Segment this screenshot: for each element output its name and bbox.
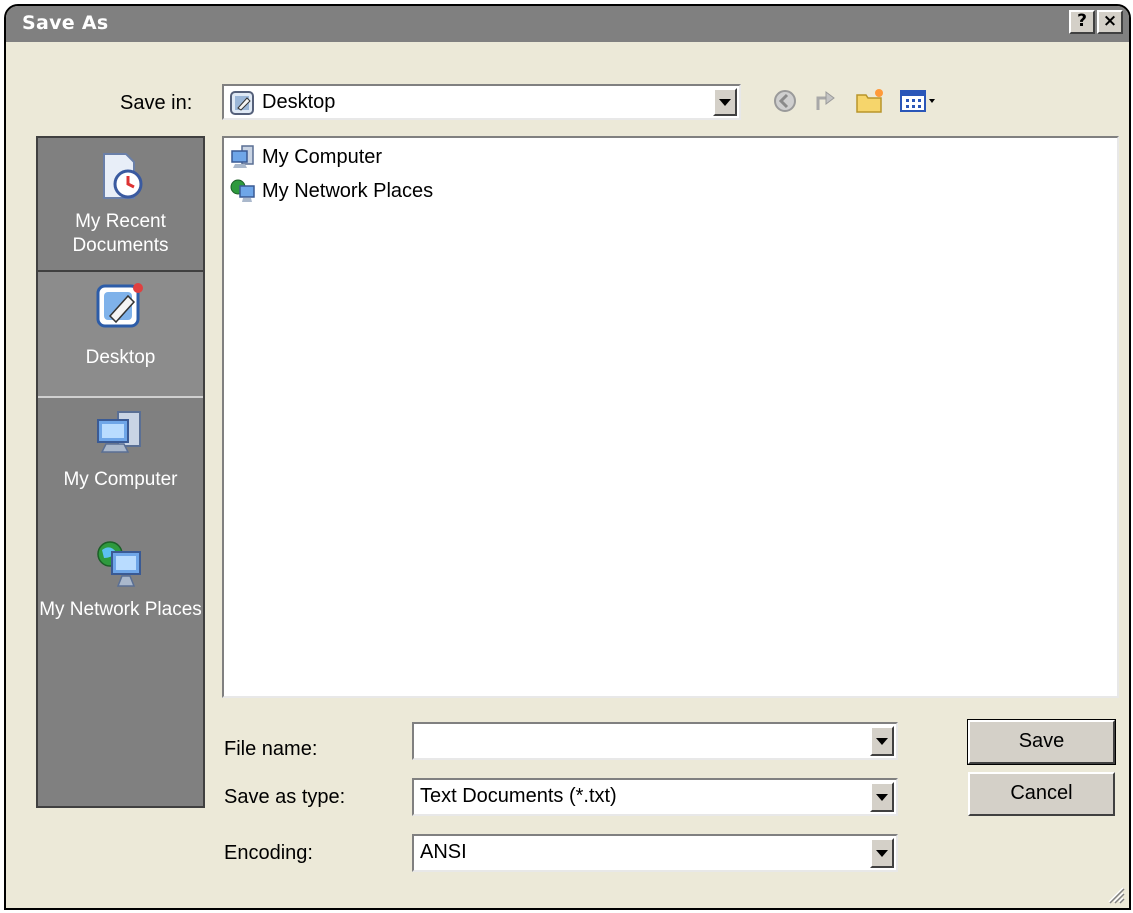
resize-grip-icon[interactable] (1103, 882, 1125, 904)
computer-icon (97, 411, 141, 453)
places-bar: My Recent Documents Desktop My Computer (36, 136, 205, 808)
window-title: Save As (22, 12, 109, 34)
place-my-computer[interactable]: My Computer (38, 400, 203, 528)
file-name-label: File name: (224, 738, 318, 760)
place-my-network-places[interactable]: My Network Places (38, 530, 203, 670)
back-icon[interactable] (770, 86, 800, 116)
save-in-label: Save in: (120, 92, 193, 114)
place-label: My Recent Documents (72, 211, 169, 256)
encoding-dropdown[interactable]: ANSI (412, 834, 898, 872)
network-places-icon (230, 179, 255, 202)
place-label: Desktop (85, 347, 156, 368)
file-name-field[interactable] (412, 722, 898, 760)
save-as-type-label: Save as type: (224, 786, 346, 808)
network-places-icon (97, 541, 141, 587)
close-button[interactable]: × (1097, 10, 1123, 34)
cancel-button[interactable]: Cancel (968, 772, 1115, 816)
desktop-icon (96, 283, 143, 328)
place-label: My Computer (63, 469, 178, 490)
file-list[interactable]: My Computer My Network Places (222, 136, 1119, 698)
save-as-type-dropdown-arrow[interactable] (870, 782, 894, 812)
file-name-dropdown-arrow[interactable] (870, 726, 894, 756)
place-my-recent-documents[interactable]: My Recent Documents (38, 142, 203, 270)
desktop-icon (230, 91, 254, 115)
list-item-name: My Computer (262, 146, 383, 168)
place-label: My Network Places (39, 599, 202, 620)
save-button[interactable]: Save (967, 719, 1116, 765)
create-new-folder-icon[interactable] (854, 86, 886, 116)
encoding-value: ANSI (420, 841, 467, 863)
save-in-value: Desktop (262, 91, 336, 113)
save-as-type-dropdown[interactable]: Text Documents (*.txt) (412, 778, 898, 816)
recent-documents-icon (103, 153, 143, 199)
save-as-dialog: Save As ? × Save in: Desktop My Recent D… (4, 4, 1131, 910)
computer-icon (231, 145, 254, 168)
encoding-dropdown-arrow[interactable] (870, 838, 894, 868)
up-one-level-icon[interactable] (812, 86, 842, 116)
save-in-dropdown-arrow[interactable] (713, 88, 737, 116)
view-menu-icon[interactable] (898, 86, 942, 116)
list-item-name: My Network Places (262, 180, 434, 202)
save-as-type-value: Text Documents (*.txt) (420, 785, 617, 807)
help-button[interactable]: ? (1069, 10, 1095, 34)
place-desktop[interactable]: Desktop (38, 270, 203, 398)
title-bar[interactable]: Save As ? × (6, 6, 1129, 42)
encoding-label: Encoding: (224, 842, 313, 864)
save-in-dropdown[interactable]: Desktop (222, 84, 741, 120)
